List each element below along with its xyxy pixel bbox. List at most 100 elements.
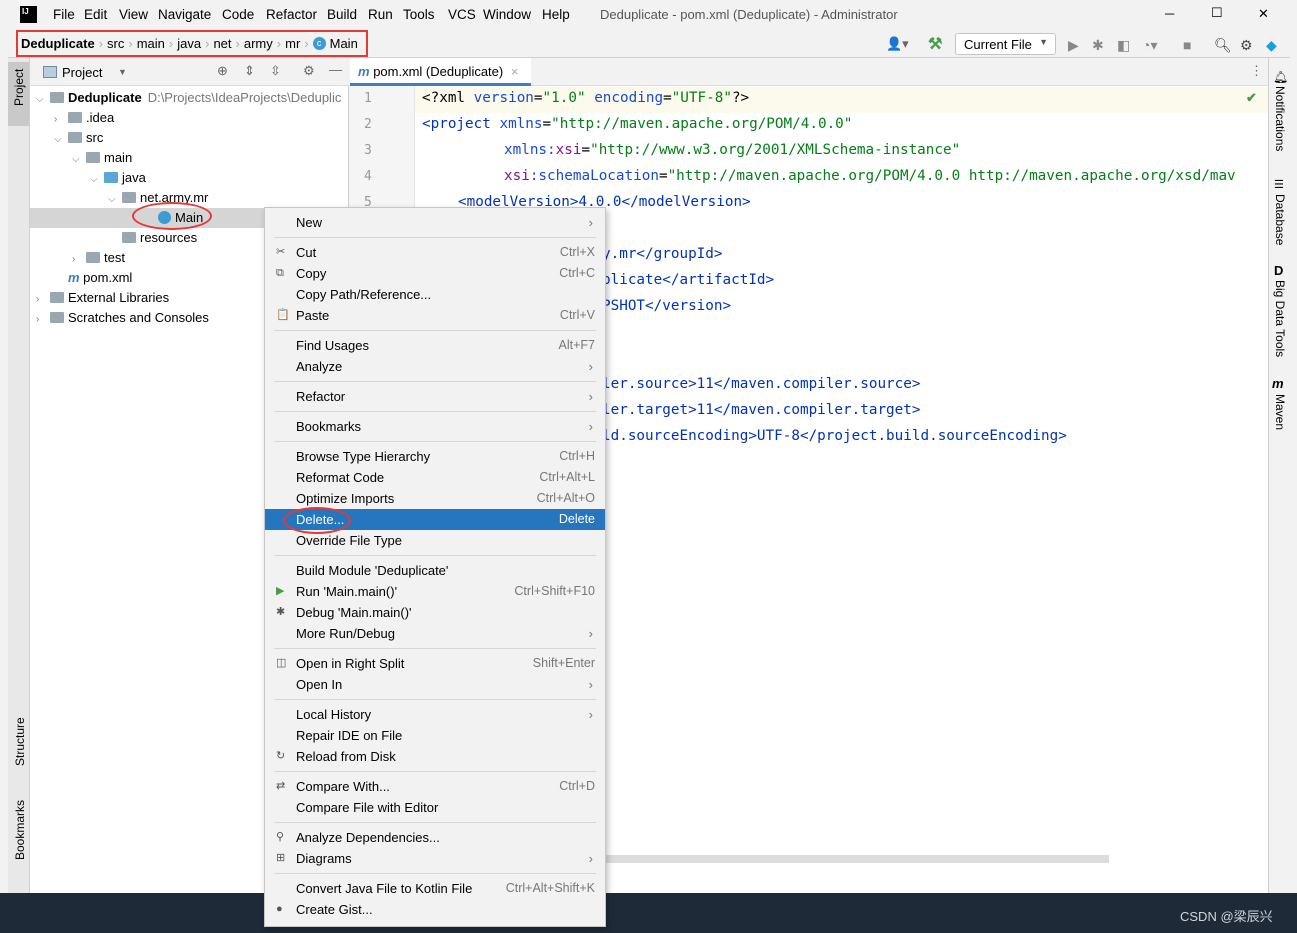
menu-item-new[interactable]: New › (265, 212, 605, 233)
breadcrumb-item[interactable]: Main (330, 36, 358, 51)
maximize-button[interactable]: ☐ (1211, 5, 1223, 21)
chevron-right-icon[interactable]: › (36, 310, 50, 330)
chevron-down-icon[interactable]: ▼ (118, 67, 127, 77)
menu-item-run-main-main[interactable]: ▶ Run 'Main.main()' Ctrl+Shift+F10 (265, 581, 605, 602)
menu-item-compare-file-with-editor[interactable]: Compare File with Editor (265, 797, 605, 818)
breadcrumb-item[interactable]: net (213, 36, 231, 51)
menu-item-analyze-dependencies[interactable]: ⚲ Analyze Dependencies... (265, 827, 605, 848)
breadcrumb-item[interactable]: java (177, 36, 201, 51)
menu-navigate[interactable]: Navigate (158, 7, 211, 22)
menu-item-reformat-code[interactable]: Reformat Code Ctrl+Alt+L (265, 467, 605, 488)
menu-vcs[interactable]: VCS (448, 7, 476, 22)
tree-item[interactable]: › test (72, 248, 125, 268)
menu-view[interactable]: View (119, 7, 148, 22)
code-token: version (473, 90, 534, 106)
menu-item-paste[interactable]: 📋 Paste Ctrl+V (265, 305, 605, 326)
menu-file[interactable]: File (53, 7, 75, 22)
stop-icon[interactable]: ■ (1183, 37, 1191, 53)
tool-window-bookmarks[interactable]: Bookmarks (13, 800, 27, 860)
breadcrumb-item[interactable]: main (137, 36, 165, 51)
menu-window[interactable]: Window (483, 7, 531, 22)
menu-item-icon: ⇄ (276, 780, 286, 792)
breadcrumb-item[interactable]: mr (285, 36, 300, 51)
menu-item-find-usages[interactable]: Find Usages Alt+F7 (265, 335, 605, 356)
tool-window-structure[interactable]: Structure (13, 717, 27, 766)
tree-item[interactable]: ⌵ src (54, 128, 103, 148)
chevron-right-icon[interactable]: › (36, 290, 50, 310)
project-view-dropdown[interactable]: Project (62, 65, 102, 80)
menu-item-cut[interactable]: ✂ Cut Ctrl+X (265, 242, 605, 263)
profile-icon[interactable]: ◔▾ (1142, 37, 1157, 54)
collapse-all-icon[interactable]: ⇳ (270, 63, 281, 79)
tree-item[interactable]: ⌵ Deduplicate D:\Projects\IdeaProjects\Ded… (36, 88, 341, 108)
menu-item-create-gist[interactable]: ● Create Gist... (265, 899, 605, 920)
chevron-right-icon[interactable]: › (72, 250, 86, 270)
menu-item-bookmarks[interactable]: Bookmarks › (265, 416, 605, 437)
breadcrumb-item[interactable]: src (107, 36, 124, 51)
menu-tools[interactable]: Tools (403, 7, 435, 22)
horizontal-scrollbar[interactable] (606, 855, 1109, 863)
menu-help[interactable]: Help (542, 7, 570, 22)
tree-item[interactable]: › Scratches and Consoles (36, 308, 209, 328)
build-hammer-icon[interactable]: ⚒ (928, 34, 942, 54)
menu-run[interactable]: Run (368, 7, 393, 22)
menu-build[interactable]: Build (327, 7, 357, 22)
tree-item[interactable]: › .idea (54, 108, 114, 128)
menu-item-copy[interactable]: ⧉ Copy Ctrl+C (265, 263, 605, 284)
chevron-down-icon[interactable]: ⌵ (72, 150, 86, 170)
tree-item[interactable]: ⌵ main (72, 148, 132, 168)
menu-item-refactor[interactable]: Refactor › (265, 386, 605, 407)
chevron-down-icon[interactable]: ⌵ (54, 130, 68, 150)
coverage-icon[interactable]: ◧ (1117, 37, 1130, 54)
hide-icon[interactable]: — (329, 62, 342, 77)
menu-item-convert-java-file-to-kotlin-file[interactable]: Convert Java File to Kotlin File Ctrl+Alt… (265, 878, 605, 899)
menu-item-more-run-debug[interactable]: More Run/Debug › (265, 623, 605, 644)
menu-item-open-in[interactable]: Open In › (265, 674, 605, 695)
debug-icon[interactable]: ✱ (1092, 37, 1104, 54)
menu-item-local-history[interactable]: Local History › (265, 704, 605, 725)
tool-window-big-data-tools[interactable]: Big Data Tools (1273, 280, 1287, 357)
breadcrumb-item[interactable]: Deduplicate (21, 36, 95, 51)
user-icon[interactable]: 👤▾ (886, 36, 909, 52)
tab-pom-xml[interactable]: m pom.xml (Deduplicate) × (350, 58, 531, 86)
chevron-right-icon[interactable]: › (54, 110, 68, 130)
menu-item-copy-path-reference[interactable]: Copy Path/Reference... (265, 284, 605, 305)
tree-item[interactable]: › External Libraries (36, 288, 169, 308)
locate-icon[interactable]: ⊕ (217, 63, 228, 79)
menu-item-open-in-right-split[interactable]: ◫ Open in Right Split Shift+Enter (265, 653, 605, 674)
chevron-down-icon[interactable]: ⌵ (108, 190, 122, 210)
menu-item-optimize-imports[interactable]: Optimize Imports Ctrl+Alt+O (265, 488, 605, 509)
menu-refactor[interactable]: Refactor (266, 7, 317, 22)
search-icon[interactable]: 🔍︎ (1214, 37, 1232, 54)
menu-item-analyze[interactable]: Analyze › (265, 356, 605, 377)
close-tab-icon[interactable]: × (511, 64, 519, 79)
gear-icon[interactable]: ⚙ (303, 63, 315, 79)
run-icon[interactable]: ▶ (1068, 37, 1079, 54)
tool-window-notifications[interactable]: Notifications (1273, 86, 1287, 151)
menu-item-diagrams[interactable]: ⊞ Diagrams › (265, 848, 605, 869)
menu-item-repair-ide-on-file[interactable]: Repair IDE on File (265, 725, 605, 746)
tree-item[interactable]: m pom.xml (54, 268, 132, 288)
menu-item-reload-from-disk[interactable]: ↻ Reload from Disk (265, 746, 605, 767)
tree-item[interactable]: resources (108, 228, 197, 248)
breadcrumb-item[interactable]: army (244, 36, 273, 51)
run-config-dropdown[interactable]: Current File ▼ (955, 33, 1056, 55)
tool-window-maven[interactable]: Maven (1273, 394, 1287, 430)
menu-edit[interactable]: Edit (84, 7, 107, 22)
menu-item-build-module-deduplicate[interactable]: Build Module 'Deduplicate' (265, 560, 605, 581)
tool-window-database[interactable]: Database (1273, 194, 1287, 245)
tool-window-project-label[interactable]: Project (12, 69, 26, 106)
menu-item-debug-main-main[interactable]: ✱ Debug 'Main.main()' (265, 602, 605, 623)
menu-item-browse-type-hierarchy[interactable]: Browse Type Hierarchy Ctrl+H (265, 446, 605, 467)
minimize-button[interactable]: ─ (1165, 6, 1174, 21)
more-options-icon[interactable]: ⋮ (1250, 63, 1263, 79)
tree-item[interactable]: ⌵ java (90, 168, 146, 188)
toolbox-icon[interactable]: ◆ (1266, 37, 1277, 54)
gear-icon[interactable]: ⚙ (1240, 37, 1253, 54)
menu-item-compare-with[interactable]: ⇄ Compare With... Ctrl+D (265, 776, 605, 797)
menu-code[interactable]: Code (222, 7, 254, 22)
expand-all-icon[interactable]: ⇕ (244, 63, 255, 79)
close-button[interactable]: ✕ (1258, 6, 1269, 22)
chevron-down-icon[interactable]: ⌵ (36, 90, 50, 110)
chevron-down-icon[interactable]: ⌵ (90, 170, 104, 190)
